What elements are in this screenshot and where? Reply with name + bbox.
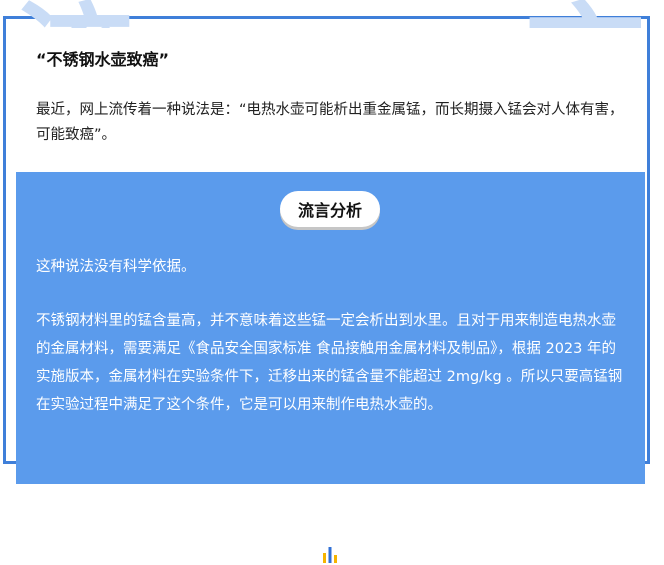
rumor-box: “不锈钢水壶致癌” 最近，网上流传着一种说法是：“电热水壶可能析出重金属锰，而长…: [16, 28, 642, 160]
rumor-text: 最近，网上流传着一种说法是：“电热水壶可能析出重金属锰，而长期摄入锰会对人体有害…: [36, 102, 624, 143]
analysis-paragraph-1: 这种说法没有科学依据。: [36, 259, 196, 275]
analysis-paragraph-2: 不锈钢材料里的锰含量高，并不意味着这些锰一定会析出到水里。且对于用来制造电热水壶…: [36, 313, 623, 413]
analysis-badge: 流言分析: [280, 191, 380, 227]
rumor-title: “不锈钢水壶致癌”: [36, 50, 170, 69]
bar-logo-icon: [323, 547, 337, 563]
analysis-section: 流言分析 这种说法没有科学依据。 不锈钢材料里的锰含量高，并不意味着这些锰一定会…: [16, 172, 645, 484]
